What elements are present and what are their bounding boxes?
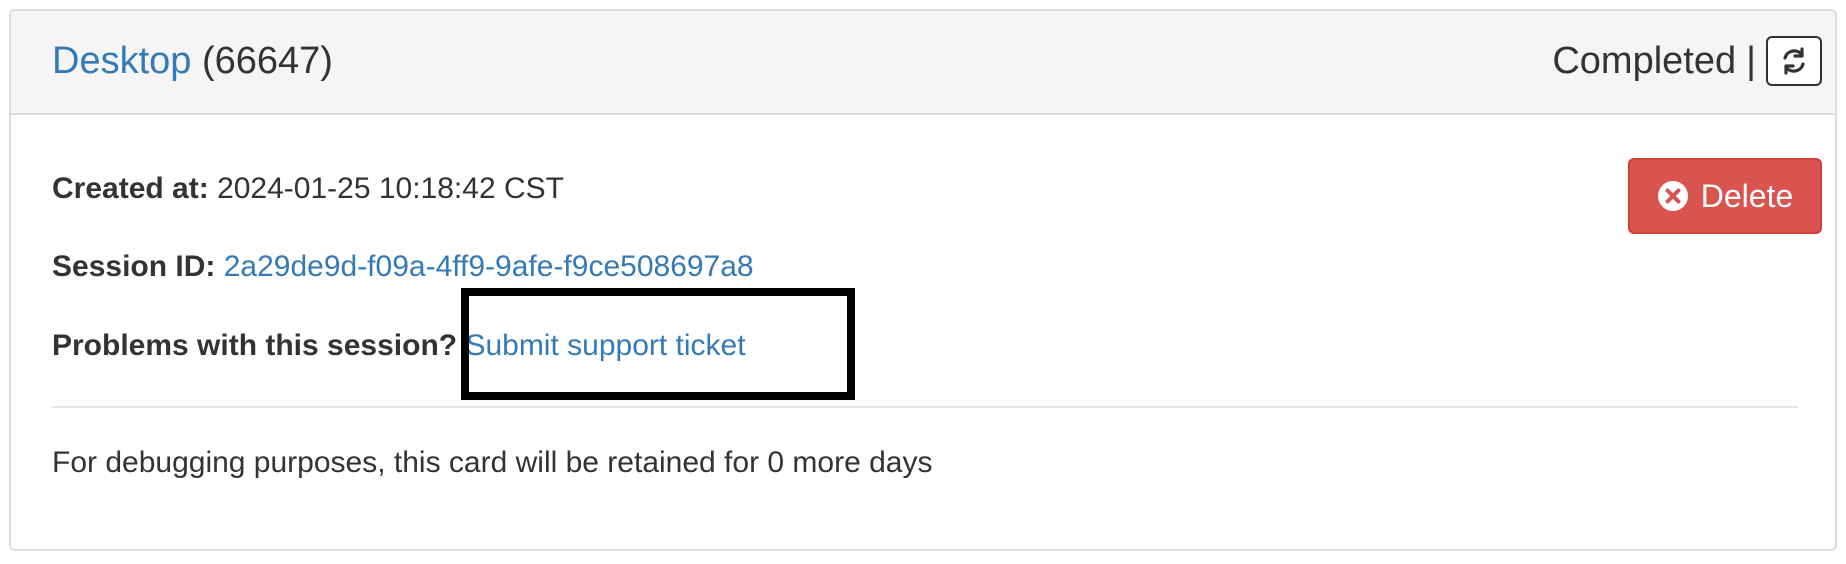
created-row: Created at: 2024-01-25 10:18:42 CST — [52, 171, 564, 207]
session-id-link[interactable]: 2a29de9d-f09a-4ff9-9afe-f9ce508697a8 — [224, 250, 754, 283]
delete-label: Delete — [1700, 177, 1794, 214]
refresh-icon — [1783, 47, 1805, 75]
created-value: 2024-01-25 10:18:42 CST — [217, 172, 564, 205]
session-row: Session ID: 2a29de9d-f09a-4ff9-9afe-f9ce… — [52, 249, 754, 285]
status-area: Completed | — [1552, 36, 1822, 86]
delete-button[interactable]: Delete — [1628, 158, 1822, 234]
problems-row: Problems with this session? Submit suppo… — [52, 328, 746, 364]
created-label: Created at: — [52, 172, 209, 205]
card-title: Desktop (66647) — [52, 39, 333, 83]
retention-note: For debugging purposes, this card will b… — [52, 446, 933, 479]
status-separator: | — [1746, 40, 1756, 82]
desktop-link[interactable]: Desktop — [52, 40, 191, 82]
card-header: Desktop (66647) Completed | — [11, 11, 1835, 115]
status-text: Completed — [1552, 40, 1737, 82]
submit-support-ticket-link[interactable]: Submit support ticket — [465, 329, 745, 362]
session-number: (66647) — [201, 40, 333, 82]
session-label: Session ID: — [52, 250, 216, 283]
divider — [52, 406, 1798, 408]
problems-label: Problems with this session? — [52, 329, 458, 362]
refresh-button[interactable] — [1766, 36, 1822, 86]
session-card: Desktop (66647) Completed | Created at: … — [9, 9, 1837, 551]
times-circle-icon — [1657, 181, 1688, 211]
card-body: Created at: 2024-01-25 10:18:42 CST Sess… — [11, 115, 1835, 549]
